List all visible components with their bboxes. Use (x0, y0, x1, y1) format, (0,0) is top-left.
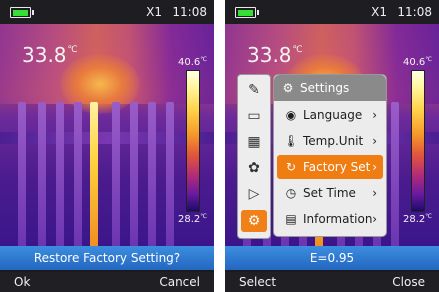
ok-button[interactable]: Ok (14, 275, 30, 289)
clock: 11:08 (172, 5, 207, 19)
zoom-level: X1 (146, 5, 162, 19)
camera-video-icon[interactable]: ▷ (241, 183, 267, 205)
scale-min-label: 28.2℃ (178, 213, 208, 225)
right-screen: X1 11:08 33.8℃ 40.6℃ 28.2℃ ✎ ▭ ▦ ✿ ▷ ⚙ ⚙… (225, 0, 439, 292)
cancel-button[interactable]: Cancel (159, 275, 200, 289)
settings-menu: ⚙ Settings ◉ Language › 🌡 Temp.Unit › ↻ … (273, 74, 387, 237)
softkey-bar: Select Close (225, 272, 439, 292)
measure-icon[interactable]: ▭ (241, 105, 267, 127)
color-scale-bar (186, 70, 200, 212)
battery-icon (235, 7, 259, 18)
scale-max-label: 40.6℃ (178, 56, 208, 68)
color-scale-bar (411, 70, 425, 212)
emissivity-readout: E=0.95 (225, 246, 439, 270)
menu-icon-bar: ✎ ▭ ▦ ✿ ▷ ⚙ (237, 74, 271, 239)
speech-bubble-icon: ◉ (285, 108, 297, 122)
image-gallery-icon[interactable]: ▦ (241, 131, 267, 153)
pencil-ruler-icon[interactable]: ✎ (241, 79, 267, 101)
chevron-right-icon: › (372, 108, 377, 122)
battery-icon (10, 7, 34, 18)
settings-menu-header: ⚙ Settings (274, 75, 386, 101)
restore-factory-prompt: Restore Factory Setting? (0, 246, 214, 270)
chevron-right-icon: › (372, 212, 377, 226)
scale-min-label: 28.2℃ (403, 213, 433, 225)
menu-item-factory-set[interactable]: ↻ Factory Set › (277, 155, 383, 179)
center-temperature: 33.8℃ (247, 43, 303, 67)
menu-item-language[interactable]: ◉ Language › (277, 103, 383, 127)
reset-icon: ↻ (285, 160, 297, 174)
document-icon: ▤ (285, 212, 297, 226)
status-bar: X1 11:08 (225, 0, 439, 24)
left-screen: X1 11:08 33.8℃ 40.6℃ 28.2℃ Restore Facto… (0, 0, 214, 292)
clock-icon: ◷ (285, 186, 297, 200)
clock: 11:08 (397, 5, 432, 19)
close-button[interactable]: Close (392, 275, 425, 289)
menu-item-information[interactable]: ▤ Information › (277, 207, 383, 231)
chevron-right-icon: › (372, 186, 377, 200)
menu-title: Settings (300, 81, 350, 95)
thermometer-icon: 🌡 (283, 134, 299, 148)
softkey-bar: Ok Cancel (0, 272, 214, 292)
scale-max-label: 40.6℃ (403, 56, 433, 68)
chevron-right-icon: › (372, 160, 377, 174)
gear-icon: ⚙ (282, 81, 294, 95)
status-bar: X1 11:08 (0, 0, 214, 24)
menu-item-temp-unit[interactable]: 🌡 Temp.Unit › (277, 129, 383, 153)
zoom-level: X1 (371, 5, 387, 19)
center-temperature: 33.8℃ (22, 43, 78, 67)
palette-icon[interactable]: ✿ (241, 157, 267, 179)
chevron-right-icon: › (372, 134, 377, 148)
settings-gear-icon[interactable]: ⚙ (241, 210, 267, 232)
select-button[interactable]: Select (239, 275, 276, 289)
menu-item-set-time[interactable]: ◷ Set Time › (277, 181, 383, 205)
